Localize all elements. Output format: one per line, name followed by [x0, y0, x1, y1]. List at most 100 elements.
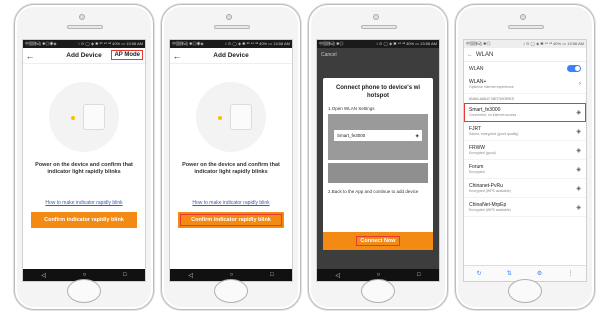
- speaker-grille: [67, 25, 103, 29]
- configure-icon[interactable]: ⚙: [537, 270, 542, 277]
- home-button[interactable]: [361, 279, 395, 303]
- network-row[interactable]: FJRT Saved, encrypted (good quality) ◈: [464, 122, 586, 141]
- status-right: ↕ ⊙ ◯ ◈ ✱ ⁴⁶ ᵃˡˡ 40% ▭ 13:58 AM: [522, 41, 584, 46]
- screen-add-device-confirm: 中国移动 ✱◎◉◈ ↕ ⊙ ◯ ◈ ✱ ᵈˡᵗ ⁴⁶ ᵃˡˡ 40% ▭ 13:…: [169, 39, 293, 282]
- back-arrow-icon[interactable]: ←: [467, 52, 473, 58]
- screen-hotspot-dialog: 中国移动 ✱◎ ↕ ⊙ ◯ ◈ ✱ ⁴⁶ ᵃˡˡ 40% ▭ 13:58 AM …: [316, 39, 440, 282]
- status-right: ↕ ⊙ ◯ ◈ ✱ ᵈˡᵗ ⁴⁶ ᵃˡˡ 40% ▭ 13:58 AM: [224, 41, 290, 46]
- cancel-link[interactable]: Cancel: [317, 48, 439, 62]
- phone-frame-1: 中国移动 ✱◎◉◈ ↕ ⊙ ◯ ◈ ✱ ᵈˡᵗ ⁴⁶ ᵃˡˡ 40% ▭ 13:…: [14, 4, 154, 310]
- status-left: 中国移动 ✱◎◉◈: [25, 41, 57, 46]
- wlan-header-title: WLAN: [476, 51, 494, 58]
- status-right: ↕ ⊙ ◯ ◈ ✱ ⁴⁶ ᵃˡˡ 40% ▭ 13:58 AM: [375, 41, 437, 46]
- confirm-button[interactable]: Confirm indicator rapidly blink: [178, 212, 284, 228]
- status-bar: 中国移动 ✱◎◉◈ ↕ ⊙ ◯ ◈ ✱ ᵈˡᵗ ⁴⁶ ᵃˡˡ 40% ▭ 13:…: [170, 40, 292, 48]
- back-triangle-icon[interactable]: ◁: [188, 272, 193, 279]
- screen-add-device-ap: 中国移动 ✱◎◉◈ ↕ ⊙ ◯ ◈ ✱ ᵈˡᵗ ⁴⁶ ᵃˡˡ 40% ▭ 13:…: [22, 39, 146, 282]
- camera-icon: [373, 14, 379, 20]
- wlan-label: WLAN: [469, 65, 484, 72]
- home-circle-icon[interactable]: ○: [377, 272, 381, 278]
- device-illustration: [196, 82, 266, 152]
- page-title: Add Device: [213, 52, 249, 59]
- instruction-text: Power on the device and confirm that ind…: [35, 162, 133, 175]
- chevron-right-icon: ›: [579, 81, 581, 87]
- home-circle-icon[interactable]: ○: [83, 272, 87, 278]
- wifi-signal-icon: ◈: [576, 166, 581, 173]
- status-bar: 中国移动 ✱◎ ↕ ⊙ ◯ ◈ ✱ ⁴⁶ ᵃˡˡ 40% ▭ 13:58 AM: [464, 40, 586, 48]
- app-bar: ← Add Device AP Mode: [23, 48, 145, 64]
- connect-now-button[interactable]: Connect Now: [323, 232, 433, 250]
- wlan-header: ← WLAN: [464, 48, 586, 62]
- network-sub: Saved, encrypted (good quality): [469, 132, 519, 136]
- wlan-plus-sub: Optimise Internet experience: [469, 85, 514, 89]
- smart-plug-icon: [83, 104, 105, 130]
- wlan-screenshot: Smart_fe3000 ◈: [328, 114, 428, 160]
- wps-icon[interactable]: ⇅: [507, 270, 512, 277]
- recents-square-icon[interactable]: □: [270, 272, 274, 278]
- connect-now-label: Connect Now: [356, 236, 400, 246]
- ap-mode-button[interactable]: AP Mode: [111, 50, 143, 60]
- app-screenshot: [328, 163, 428, 183]
- refresh-icon[interactable]: ↻: [477, 270, 482, 277]
- network-row[interactable]: Smart_fe3000 Connected, no internet acces…: [464, 103, 586, 122]
- wifi-signal-icon: ◈: [576, 204, 581, 211]
- recents-square-icon[interactable]: □: [123, 272, 127, 278]
- back-triangle-icon[interactable]: ◁: [41, 272, 46, 279]
- confirm-button[interactable]: Confirm indicator rapidly blink: [31, 212, 137, 228]
- network-row[interactable]: Forum Encrypted ◈: [464, 160, 586, 179]
- available-networks-header: AVAILABLE NETWORKS: [469, 96, 515, 101]
- wifi-signal-icon: ◈: [576, 109, 581, 116]
- network-sub: Encrypted (WPS available): [469, 208, 511, 212]
- dialog-title: Connect phone to device's wi hotspot: [335, 85, 421, 99]
- network-sub: Encrypted (WPS available): [469, 189, 511, 193]
- screen-wlan-settings: 中国移动 ✱◎ ↕ ⊙ ◯ ◈ ✱ ⁴⁶ ᵃˡˡ 40% ▭ 13:58 AM …: [463, 39, 587, 282]
- status-bar: 中国移动 ✱◎ ↕ ⊙ ◯ ◈ ✱ ⁴⁶ ᵃˡˡ 40% ▭ 13:58 AM: [317, 40, 439, 48]
- indicator-light-icon: [218, 116, 222, 120]
- wlan-plus-row[interactable]: WLAN+ Optimise Internet experience ›: [464, 75, 586, 94]
- home-button[interactable]: [214, 279, 248, 303]
- home-circle-icon[interactable]: ○: [230, 272, 234, 278]
- smart-plug-icon: [230, 104, 252, 130]
- wifi-list-row: Smart_fe3000 ◈: [334, 130, 422, 141]
- wlan-toggle[interactable]: [567, 65, 581, 72]
- status-bar: 中国移动 ✱◎◉◈ ↕ ⊙ ◯ ◈ ✱ ᵈˡᵗ ⁴⁶ ᵃˡˡ 40% ▭ 13:…: [23, 40, 145, 48]
- network-sub: Encrypted: [469, 170, 485, 174]
- wifi-signal-icon: ◈: [415, 133, 419, 138]
- device-illustration: [49, 82, 119, 152]
- network-row[interactable]: FRWW Encrypted (good) ◈: [464, 141, 586, 160]
- phone-frame-3: 中国移动 ✱◎ ↕ ⊙ ◯ ◈ ✱ ⁴⁶ ᵃˡˡ 40% ▭ 13:58 AM …: [308, 4, 448, 310]
- network-sub: Connected, no internet access: [469, 113, 517, 117]
- network-sub: Encrypted (good): [469, 151, 496, 155]
- more-icon[interactable]: ⋮: [567, 270, 573, 277]
- recents-square-icon[interactable]: □: [417, 272, 421, 278]
- network-row[interactable]: Chinanet-PvRu Encrypted (WPS available) ◈: [464, 179, 586, 198]
- network-row[interactable]: ChinaNet-MrpEp Encrypted (WPS available) …: [464, 198, 586, 217]
- camera-icon: [226, 14, 232, 20]
- speaker-grille: [214, 25, 250, 29]
- speaker-grille: [361, 25, 397, 29]
- back-triangle-icon[interactable]: ◁: [335, 272, 340, 279]
- instruction-text: Power on the device and confirm that ind…: [182, 162, 280, 175]
- step-1-text: 1.Open WLAN Settings: [328, 106, 375, 111]
- status-left: 中国移动 ✱◎: [466, 41, 491, 46]
- status-left: 中国移动 ✱◎◉◈: [172, 41, 204, 46]
- hotspot-dialog: Connect phone to device's wi hotspot 1.O…: [323, 78, 433, 250]
- indicator-light-icon: [71, 116, 75, 120]
- speaker-grille: [508, 25, 544, 29]
- camera-icon: [520, 14, 526, 20]
- how-to-link[interactable]: How to make indicator rapidly blink: [170, 200, 292, 206]
- wlan-toggle-row: WLAN: [464, 62, 586, 75]
- status-left: 中国移动 ✱◎: [319, 41, 344, 46]
- wifi-signal-icon: ◈: [576, 147, 581, 154]
- phone-frame-2: 中国移动 ✱◎◉◈ ↕ ⊙ ◯ ◈ ✱ ᵈˡᵗ ⁴⁶ ᵃˡˡ 40% ▭ 13:…: [161, 4, 301, 310]
- wifi-signal-icon: ◈: [576, 185, 581, 192]
- camera-icon: [79, 14, 85, 20]
- home-button[interactable]: [508, 279, 542, 303]
- home-button[interactable]: [67, 279, 101, 303]
- app-bar: ← Add Device: [170, 48, 292, 64]
- how-to-link[interactable]: How to make indicator rapidly blink: [23, 200, 145, 206]
- step-2-text: 2.Back to the App and continue to add de…: [328, 189, 419, 194]
- phone-frame-4: 中国移动 ✱◎ ↕ ⊙ ◯ ◈ ✱ ⁴⁶ ᵃˡˡ 40% ▭ 13:58 AM …: [455, 4, 595, 310]
- status-right: ↕ ⊙ ◯ ◈ ✱ ᵈˡᵗ ⁴⁶ ᵃˡˡ 40% ▭ 13:58 AM: [77, 41, 143, 46]
- wifi-name: Smart_fe3000: [337, 133, 366, 138]
